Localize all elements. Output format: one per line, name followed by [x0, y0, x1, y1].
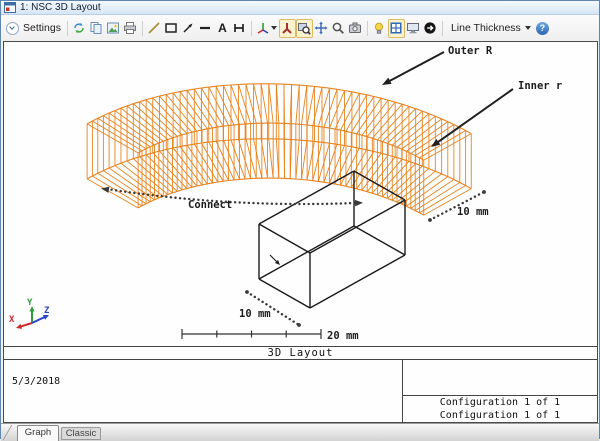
- axis-x-label: X: [9, 315, 15, 325]
- label-outer-r: Outer R: [448, 45, 493, 57]
- refresh-button[interactable]: [71, 19, 88, 38]
- camera-icon: [349, 22, 362, 33]
- layout-canvas: Outer R Inner r Connect 10 mm 10 mm 20 mm X Y Z …: [3, 41, 598, 423]
- label-inner-r: Inner r: [518, 80, 562, 92]
- config-line-2: Configuration 1 of 1: [439, 410, 561, 421]
- bottom-tab-bar: Graph Classic: [1, 423, 599, 441]
- fullscreen-button[interactable]: [405, 19, 422, 38]
- window-title-bar[interactable]: 1: NSC 3D Layout: [1, 1, 599, 15]
- toolbar-separator: [66, 20, 68, 36]
- layout-scene[interactable]: Outer R Inner r Connect 10 mm 10 mm 20 mm X Y Z: [4, 42, 597, 346]
- split-window-toggle[interactable]: [387, 18, 405, 38]
- text-tool-icon: A: [218, 21, 227, 35]
- draw-dash-button[interactable]: [197, 19, 214, 38]
- toolbar-separator: [366, 20, 368, 36]
- plot-date: 5/3/2018: [12, 376, 61, 387]
- window-title: 1: NSC 3D Layout: [20, 1, 101, 13]
- print-button[interactable]: [122, 19, 139, 38]
- toolbar-separator: [141, 20, 143, 36]
- toolbar: Settings A Line Thickness ?: [1, 15, 599, 41]
- label-scale-20mm: 20 mm: [327, 330, 359, 342]
- lightbulb-button[interactable]: [371, 19, 388, 38]
- toolbar-separator: [250, 20, 252, 36]
- torus-wireframe: [86, 83, 472, 216]
- line-thickness-label: Line Thickness: [450, 22, 521, 34]
- axis-z-label: Z: [44, 306, 50, 316]
- draw-rectangle-button[interactable]: [163, 19, 180, 38]
- config-panel: Configuration 1 of 1 Configuration 1 of …: [402, 359, 597, 422]
- label-connect: Connect: [188, 199, 232, 211]
- dropdown-arrow-icon: [271, 26, 278, 30]
- label-10mm-bottom: 10 mm: [239, 308, 271, 320]
- pan-button[interactable]: [313, 19, 330, 38]
- line-tool-icon: [148, 22, 161, 34]
- save-image-icon: [107, 22, 120, 34]
- arrow-tool-icon: [183, 23, 193, 33]
- label-10mm-right: 10 mm: [457, 206, 489, 218]
- axis-y-label: Y: [27, 298, 33, 308]
- monitor-icon: [407, 23, 420, 34]
- reset-view-icon: [424, 22, 437, 34]
- rectangle-tool-icon: [165, 23, 178, 33]
- dimension-tool-icon: [234, 24, 245, 32]
- lightbulb-icon: [375, 22, 384, 34]
- pan-icon: [314, 21, 328, 35]
- refresh-icon: [74, 22, 85, 34]
- settings-label: Settings: [23, 22, 61, 34]
- four-pane-icon: [390, 22, 402, 34]
- screenshot-button[interactable]: [347, 19, 364, 38]
- dimension-tool-button[interactable]: [231, 19, 248, 38]
- window-icon: [4, 2, 16, 13]
- draw-arrow-button[interactable]: [180, 19, 197, 38]
- dropdown-arrow-icon: [524, 26, 531, 30]
- help-button[interactable]: ?: [535, 21, 549, 35]
- nsc-3d-layout-window: 1: NSC 3D Layout Settings A Line Thickne…: [0, 0, 600, 441]
- zoom-window-icon: [298, 23, 312, 35]
- text-tool-button[interactable]: A: [214, 19, 231, 38]
- box-wireframe: [258, 170, 406, 309]
- plot-footer: 5/3/2018 Configuration 1 of 1 Configurat…: [4, 359, 597, 422]
- config-spacer: [403, 359, 597, 396]
- zoom-button[interactable]: [330, 19, 347, 38]
- chevron-down-icon: [6, 21, 19, 35]
- axes-3d-icon: [258, 23, 269, 34]
- settings-button[interactable]: Settings: [3, 21, 64, 35]
- orientation-axes-icon: [282, 23, 293, 34]
- view-axes-dropdown-button[interactable]: [255, 19, 279, 38]
- draw-line-button[interactable]: [146, 19, 163, 38]
- plot-title: 3D Layout: [267, 347, 334, 359]
- save-image-button[interactable]: [105, 19, 122, 38]
- line-thickness-dropdown[interactable]: Line Thickness: [446, 22, 536, 34]
- zoom-window-toggle[interactable]: [295, 18, 313, 38]
- magnifier-icon: [333, 22, 345, 34]
- tab-classic[interactable]: Classic: [61, 427, 101, 440]
- config-line-1: Configuration 1 of 1: [439, 397, 561, 408]
- orientation-indicator-toggle[interactable]: [278, 18, 296, 38]
- plot-title-bar: 3D Layout: [4, 346, 597, 360]
- copy-icon: [90, 22, 102, 34]
- print-icon: [124, 22, 137, 34]
- toolbar-separator: [441, 20, 443, 36]
- dash-tool-icon: [200, 26, 211, 30]
- copy-button[interactable]: [88, 19, 105, 38]
- reset-view-button[interactable]: [422, 19, 439, 38]
